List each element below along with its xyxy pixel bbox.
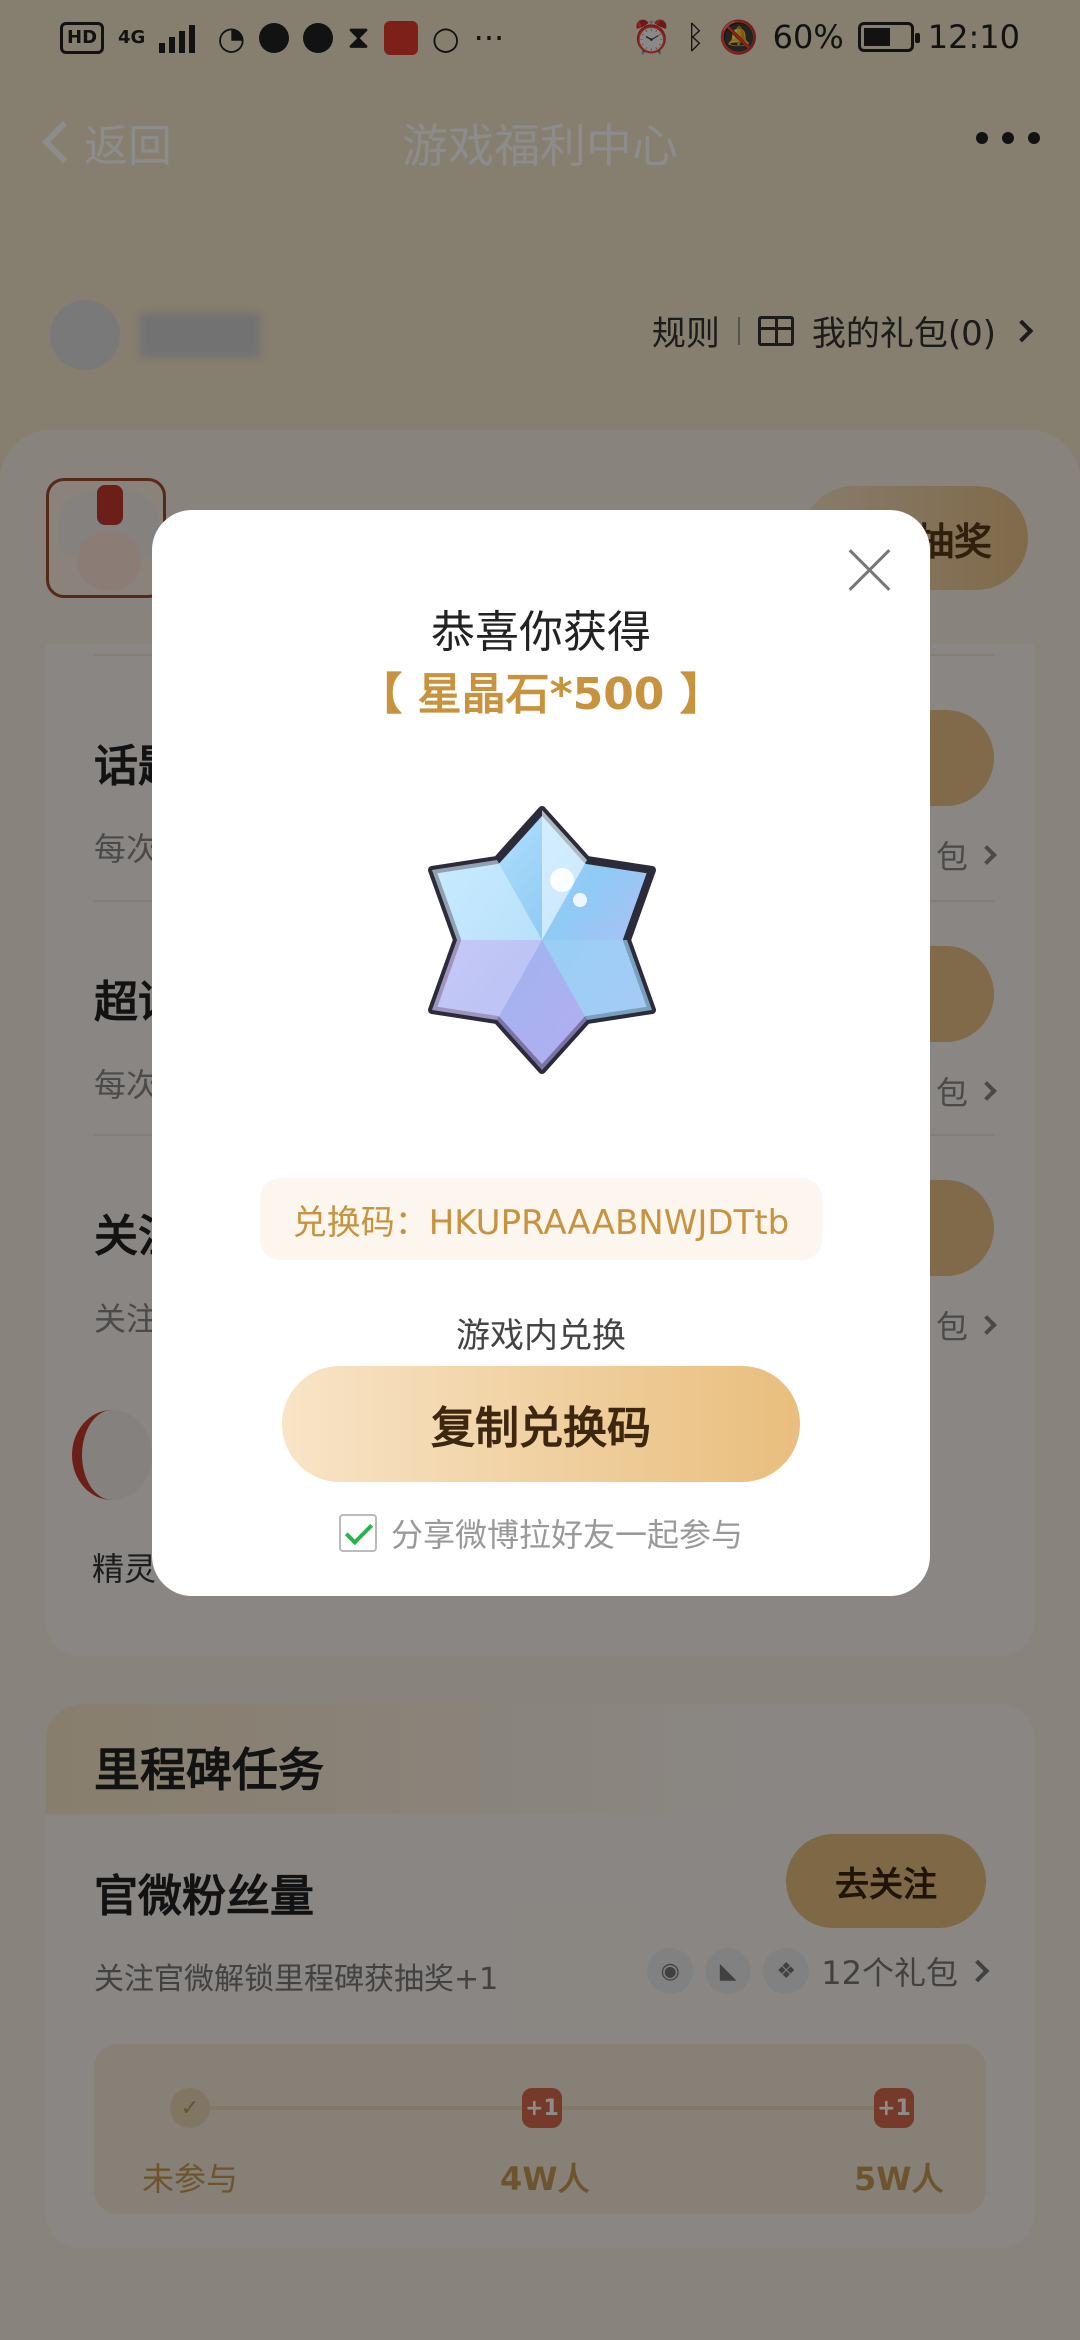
redeem-code[interactable]: 兑换码：HKUPRAAABNWJDTtb: [260, 1178, 822, 1260]
copy-code-button[interactable]: 复制兑换码: [282, 1366, 800, 1482]
prize-name: 【 星晶石*500 】: [358, 669, 724, 720]
close-icon[interactable]: [840, 540, 900, 600]
share-option[interactable]: 分享微博拉好友一起参与: [152, 1510, 930, 1556]
page: HD 4G ◔ ⧗ ○ ··· ⏰ ᛒ 🔕 60% 12:10 返回 游戏福利中…: [0, 0, 1080, 2340]
reward-dialog: 恭喜你获得 【 星晶石*500 】 兑换码：HKUPRAAABNWJDTtb 游…: [152, 510, 930, 1596]
share-checkbox[interactable]: [338, 1514, 377, 1552]
redeem-hint: 游戏内兑换: [456, 1316, 626, 1356]
share-label: 分享微博拉好友一起参与: [390, 1516, 743, 1554]
star-crystal-icon: [428, 806, 656, 1074]
dialog-title: 恭喜你获得: [431, 607, 651, 658]
